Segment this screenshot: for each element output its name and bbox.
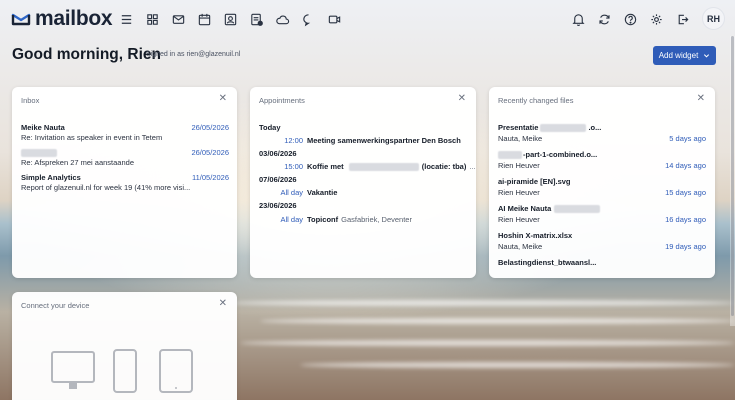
video-icon[interactable]	[325, 10, 343, 28]
appointment-title: Koffie met	[307, 162, 344, 171]
appointment-title: Meeting samenwerkingspartner Den Bosch	[307, 136, 461, 145]
mail-date: 11/05/2026	[192, 173, 229, 182]
redacted-text	[540, 124, 587, 133]
logo[interactable]: mailbox	[10, 7, 113, 31]
gear-icon[interactable]	[647, 10, 665, 28]
widget-title: Connect your device	[21, 301, 90, 310]
appointment-location: Gasfabriek, Deventer	[341, 215, 412, 224]
appointment-item[interactable]: 15:00 Koffie met (locatie: tba)...	[259, 162, 476, 172]
appointment-day-header: Today	[259, 123, 281, 132]
mail-subject: Re: Afspreken 27 mei aanstaande	[21, 158, 134, 168]
mail-subject: Report of glazenuil.nl for week 19 (41% …	[21, 183, 191, 192]
tablet-button	[175, 387, 177, 389]
background-wave	[240, 340, 735, 346]
mail-item[interactable]: Re: Afspreken 27 mei aanstaande 26/05/20…	[21, 148, 229, 167]
appointments-widget: Appointments ✕ Today 12:00 Meeting samenw…	[250, 87, 476, 278]
file-name: AI Meike Nauta	[498, 204, 706, 214]
appointment-time: 15:00	[284, 162, 303, 171]
close-icon[interactable]: ✕	[219, 94, 227, 104]
background-wave	[260, 318, 735, 324]
close-icon[interactable]: ✕	[219, 299, 227, 309]
menu-icon[interactable]	[117, 10, 135, 28]
appointment-location: ...	[469, 162, 476, 171]
mail-item[interactable]: Meike Nauta Re: Invitation as speaker in…	[21, 123, 229, 142]
appointment-title-suffix: (locatie: tba)	[421, 162, 467, 171]
connect-device-widget: Connect your device ✕	[12, 292, 237, 400]
bell-icon[interactable]	[569, 10, 587, 28]
add-widget-label: Add widget	[658, 51, 699, 60]
appointment-title: Vakantie	[307, 188, 338, 197]
close-icon[interactable]: ✕	[697, 94, 705, 104]
close-icon[interactable]: ✕	[458, 94, 466, 104]
inbox-widget: Inbox ✕ Meike Nauta Re: Invitation as sp…	[12, 87, 237, 278]
file-modified: 19 days ago	[665, 242, 706, 251]
appointment-title: Topiconf	[307, 215, 339, 224]
desktop-stand	[69, 383, 77, 389]
widget-title: Recently changed files	[498, 96, 574, 105]
appointment-time: All day	[280, 188, 303, 197]
chat-icon[interactable]	[299, 10, 317, 28]
tasks-icon[interactable]	[247, 10, 265, 28]
background-wave	[230, 300, 735, 306]
file-name: Hoshin X-matrix.xlsx	[498, 231, 573, 240]
appointment-time: All day	[280, 215, 303, 224]
appointment-item[interactable]: All day Topiconf Gasfabriek, Deventer	[259, 215, 467, 224]
widget-title: Appointments	[259, 96, 305, 105]
file-name: Belastingdienst_btwaansl...	[498, 258, 597, 267]
redacted-text	[554, 205, 601, 214]
help-icon[interactable]	[621, 10, 639, 28]
add-widget-button[interactable]: Add widget	[653, 46, 716, 65]
file-item[interactable]: -part-1-combined.o... Rien Heuver 14 day…	[498, 150, 706, 170]
appointment-day-header: 07/06/2026	[259, 175, 297, 184]
file-item[interactable]: AI Meike Nauta Rien Heuver 16 days ago	[498, 204, 706, 224]
appointment-day-header: 03/06/2026	[259, 149, 297, 158]
mail-item[interactable]: Simple Analytics Report of glazenuil.nl …	[21, 173, 229, 192]
file-modified: 5 days ago	[669, 134, 706, 143]
mail-subject: Re: Invitation as speaker in event in Te…	[21, 133, 163, 142]
file-name: -part-1-combined.o...	[498, 150, 706, 160]
files-widget: Recently changed files ✕ Presentatie .o..…	[489, 87, 715, 278]
scrollbar[interactable]	[730, 36, 735, 326]
file-modified: 15 days ago	[665, 188, 706, 197]
avatar[interactable]: RH	[702, 7, 725, 30]
widget-title: Inbox	[21, 96, 40, 105]
logout-icon[interactable]	[673, 10, 691, 28]
background-wave	[300, 362, 735, 368]
apps-grid-icon[interactable]	[143, 10, 161, 28]
chevron-down-icon	[704, 54, 710, 58]
appointment-time: 12:00	[284, 136, 303, 145]
drive-cloud-icon[interactable]	[273, 10, 291, 28]
file-item[interactable]: Presentatie .o... Nauta, Meike 5 days ago	[498, 123, 706, 143]
mailbox-logo-icon	[11, 13, 31, 26]
file-item[interactable]: Hoshin X-matrix.xlsx Nauta, Meike 19 day…	[498, 231, 706, 251]
calendar-icon[interactable]	[195, 10, 213, 28]
mail-date: 26/05/2026	[191, 123, 229, 132]
redacted-text	[498, 151, 522, 160]
file-modified: 16 days ago	[665, 215, 706, 224]
signed-in-label: Signed in as rien@glazenuil.nl	[146, 51, 241, 58]
page-title: Good morning, Rien	[12, 46, 161, 63]
mail-icon[interactable]	[169, 10, 187, 28]
redacted-text	[348, 163, 419, 172]
phone-icon[interactable]	[113, 349, 137, 393]
file-item[interactable]: Belastingdienst_btwaansl...	[498, 258, 706, 267]
appointment-day-header: 23/06/2026	[259, 201, 297, 210]
mail-date: 26/05/2026	[191, 148, 229, 157]
top-navigation-bar: mailbox RH	[0, 0, 735, 38]
desktop-icon[interactable]	[51, 351, 95, 383]
file-name: ai-piramide [EN].svg	[498, 177, 571, 186]
file-item[interactable]: ai-piramide [EN].svg Rien Heuver 15 days…	[498, 177, 706, 197]
appointment-item[interactable]: All day Vakantie	[259, 188, 467, 197]
sync-icon[interactable]	[595, 10, 613, 28]
logo-text: mailbox	[35, 7, 113, 30]
appointment-item[interactable]: 12:00 Meeting samenwerkingspartner Den Bo…	[259, 136, 467, 145]
redacted-text	[21, 149, 57, 158]
file-modified: 14 days ago	[665, 161, 706, 170]
contacts-icon[interactable]	[221, 10, 239, 28]
file-name: Presentatie .o...	[498, 123, 602, 133]
